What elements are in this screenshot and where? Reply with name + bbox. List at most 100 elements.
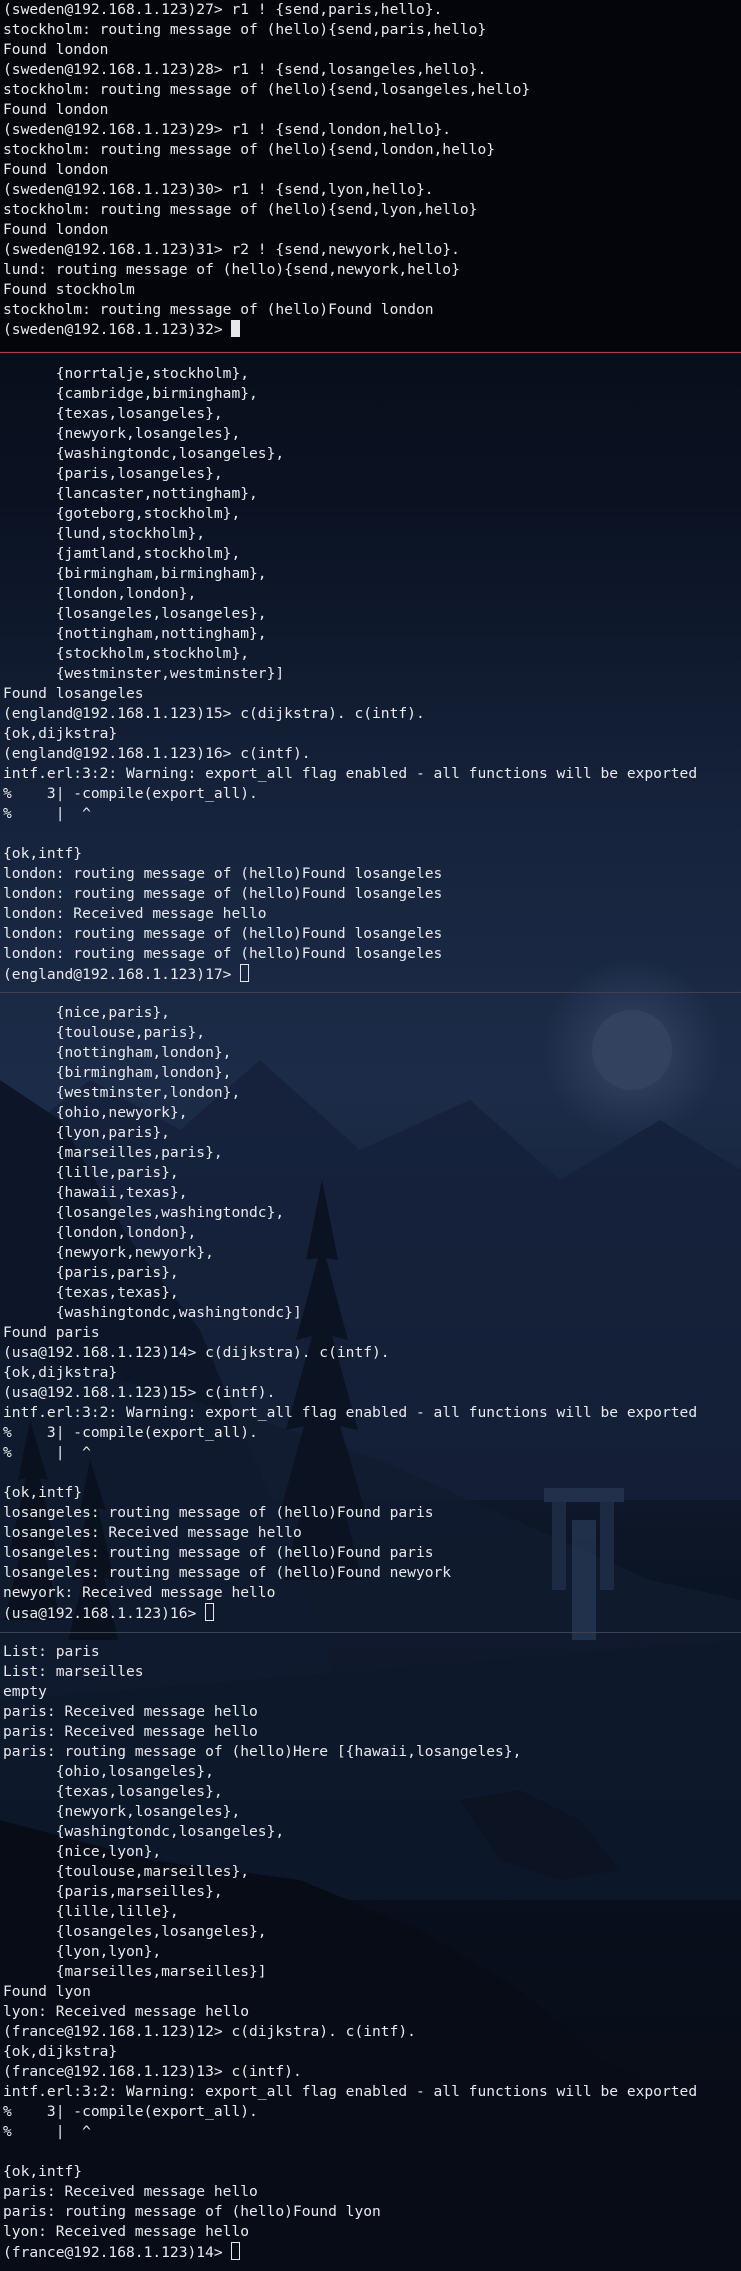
output-line: Found london [3,221,109,238]
output-line: {stockholm,stockholm}, [3,645,250,662]
output-line: stockholm: routing message of (hello){se… [3,81,531,98]
output-line: (sweden@192.168.1.123)29> r1 ! {send,lon… [3,121,452,138]
output-line: london: Received message hello [3,905,267,922]
output-line: {lund,stockholm}, [3,525,206,542]
output-line: {birmingham,london}, [3,1064,232,1081]
output-line: {losangeles,losangeles}, [3,605,267,622]
output-line: london: routing message of (hello)Found … [3,885,443,902]
terminal-pane-usa[interactable]: {nice,paris}, {toulouse,paris}, {notting… [0,1003,741,1625]
prompt-line[interactable]: (france@192.168.1.123)14> [3,2242,741,2262]
output-line: {ok,intf} [3,2163,83,2180]
output-line: paris: Received message hello [3,2183,258,2200]
prompt-line[interactable]: (england@192.168.1.123)17> [3,964,741,984]
output-line: {marseilles,marseilles}] [3,1963,267,1980]
output-line: % 3| -compile(export_all). [3,2103,258,2120]
output-line: {nottingham,nottingham}, [3,625,267,642]
output-line: losangeles: routing message of (hello)Fo… [3,1544,434,1561]
pane-divider-active[interactable] [0,352,741,353]
output-line: {westminster,westminster}] [3,665,285,682]
output-line: {paris,losangeles}, [3,465,223,482]
output-line: paris: routing message of (hello)Found l… [3,2203,381,2220]
terminal-window: (sweden@192.168.1.123)27> r1 ! {send,par… [0,0,741,2271]
output-line: stockholm: routing message of (hello){se… [3,201,478,218]
output-line: {westminster,london}, [3,1084,241,1101]
output-line: {paris,marseilles}, [3,1883,223,1900]
output-line: stockholm: routing message of (hello)Fou… [3,301,434,318]
output-line: Found london [3,161,109,178]
output-line: (usa@192.168.1.123)14> c(dijkstra). c(in… [3,1344,390,1361]
output-line: london: routing message of (hello)Found … [3,945,443,962]
output-line: losangeles: routing message of (hello)Fo… [3,1564,452,1581]
output-line: {newyork,losangeles}, [3,1803,241,1820]
prompt-line[interactable]: (sweden@192.168.1.123)32> [3,320,741,340]
shell-prompt: (sweden@192.168.1.123)32> [3,321,232,338]
output-line: {london,london}, [3,585,197,602]
output-line: {toulouse,marseilles}, [3,1863,250,1880]
output-line: lyon: Received message hello [3,2223,250,2240]
output-line: losangeles: Received message hello [3,1524,302,1541]
output-line: empty [3,1683,47,1700]
terminal-pane-france[interactable]: List: paris List: marseilles empty paris… [0,1642,741,2271]
output-line: {texas,texas}, [3,1284,179,1301]
output-line: (england@192.168.1.123)15> c(dijkstra). … [3,705,425,722]
output-line: intf.erl:3:2: Warning: export_all flag e… [3,2083,698,2100]
output-line: {washingtondc,losangeles}, [3,445,285,462]
text-cursor [231,2242,241,2260]
output-line: intf.erl:3:2: Warning: export_all flag e… [3,765,698,782]
prompt-line[interactable]: (usa@192.168.1.123)16> [3,1603,741,1623]
output-line: (france@192.168.1.123)12> c(dijkstra). c… [3,2023,416,2040]
output-line: {norrtalje,stockholm}, [3,365,250,382]
output-line: {toulouse,paris}, [3,1024,206,1041]
shell-prompt: (usa@192.168.1.123)16> [3,1605,206,1622]
output-line: List: paris [3,1643,100,1660]
output-line: paris: Received message hello [3,1723,258,1740]
output-line: Found losangeles [3,685,144,702]
output-line: {newyork,losangeles}, [3,425,241,442]
output-line: {lancaster,nottingham}, [3,485,258,502]
output-line: lyon: Received message hello [3,2003,250,2020]
text-cursor [205,1603,215,1621]
output-line: {texas,losangeles}, [3,1783,223,1800]
output-line: {ok,dijkstra} [3,2043,118,2060]
output-line: List: marseilles [3,1663,144,1680]
output-line: {ohio,losangeles}, [3,1763,214,1780]
output-line: Found london [3,101,109,118]
output-line: % | ^ [3,805,91,822]
terminal-pane-sweden[interactable]: (sweden@192.168.1.123)27> r1 ! {send,par… [0,0,741,351]
output-line: Found paris [3,1324,100,1341]
text-cursor [240,964,250,982]
output-line: {birmingham,birmingham}, [3,565,267,582]
output-line: {marseilles,paris}, [3,1144,223,1161]
output-line: {ok,intf} [3,1484,83,1501]
output-line: {ok,dijkstra} [3,725,118,742]
shell-prompt: (england@192.168.1.123)17> [3,966,241,983]
output-line: % | ^ [3,2123,91,2140]
output-line: {jamtland,stockholm}, [3,545,241,562]
terminal-pane-england[interactable]: {norrtalje,stockholm}, {cambridge,birmin… [0,364,741,988]
output-line: stockholm: routing message of (hello){se… [3,21,487,38]
output-line: {goteborg,stockholm}, [3,505,241,522]
output-line: {washingtondc,washingtondc}] [3,1304,302,1321]
output-line: {lille,lille}, [3,1903,179,1920]
output-line: {lyon,paris}, [3,1124,170,1141]
output-line: {ok,dijkstra} [3,1364,118,1381]
output-line: Found lyon [3,1983,91,2000]
output-line: {losangeles,washingtondc}, [3,1204,285,1221]
output-line: (sweden@192.168.1.123)28> r1 ! {send,los… [3,61,487,78]
output-line: losangeles: routing message of (hello)Fo… [3,1504,434,1521]
output-line: (sweden@192.168.1.123)31> r2 ! {send,new… [3,241,460,258]
output-line: {losangeles,losangeles}, [3,1923,267,1940]
pane-divider[interactable] [0,1632,741,1633]
output-line: {paris,paris}, [3,1264,179,1281]
output-line: lund: routing message of (hello){send,ne… [3,261,460,278]
output-line: newyork: Received message hello [3,1584,276,1601]
output-line: london: routing message of (hello)Found … [3,865,443,882]
output-line: {cambridge,birmingham}, [3,385,258,402]
output-line: {nice,paris}, [3,1004,170,1021]
output-line: {lille,paris}, [3,1164,179,1181]
pane-divider[interactable] [0,992,741,993]
output-line: stockholm: routing message of (hello){se… [3,141,496,158]
output-line: {washingtondc,losangeles}, [3,1823,285,1840]
output-line: Found london [3,41,109,58]
